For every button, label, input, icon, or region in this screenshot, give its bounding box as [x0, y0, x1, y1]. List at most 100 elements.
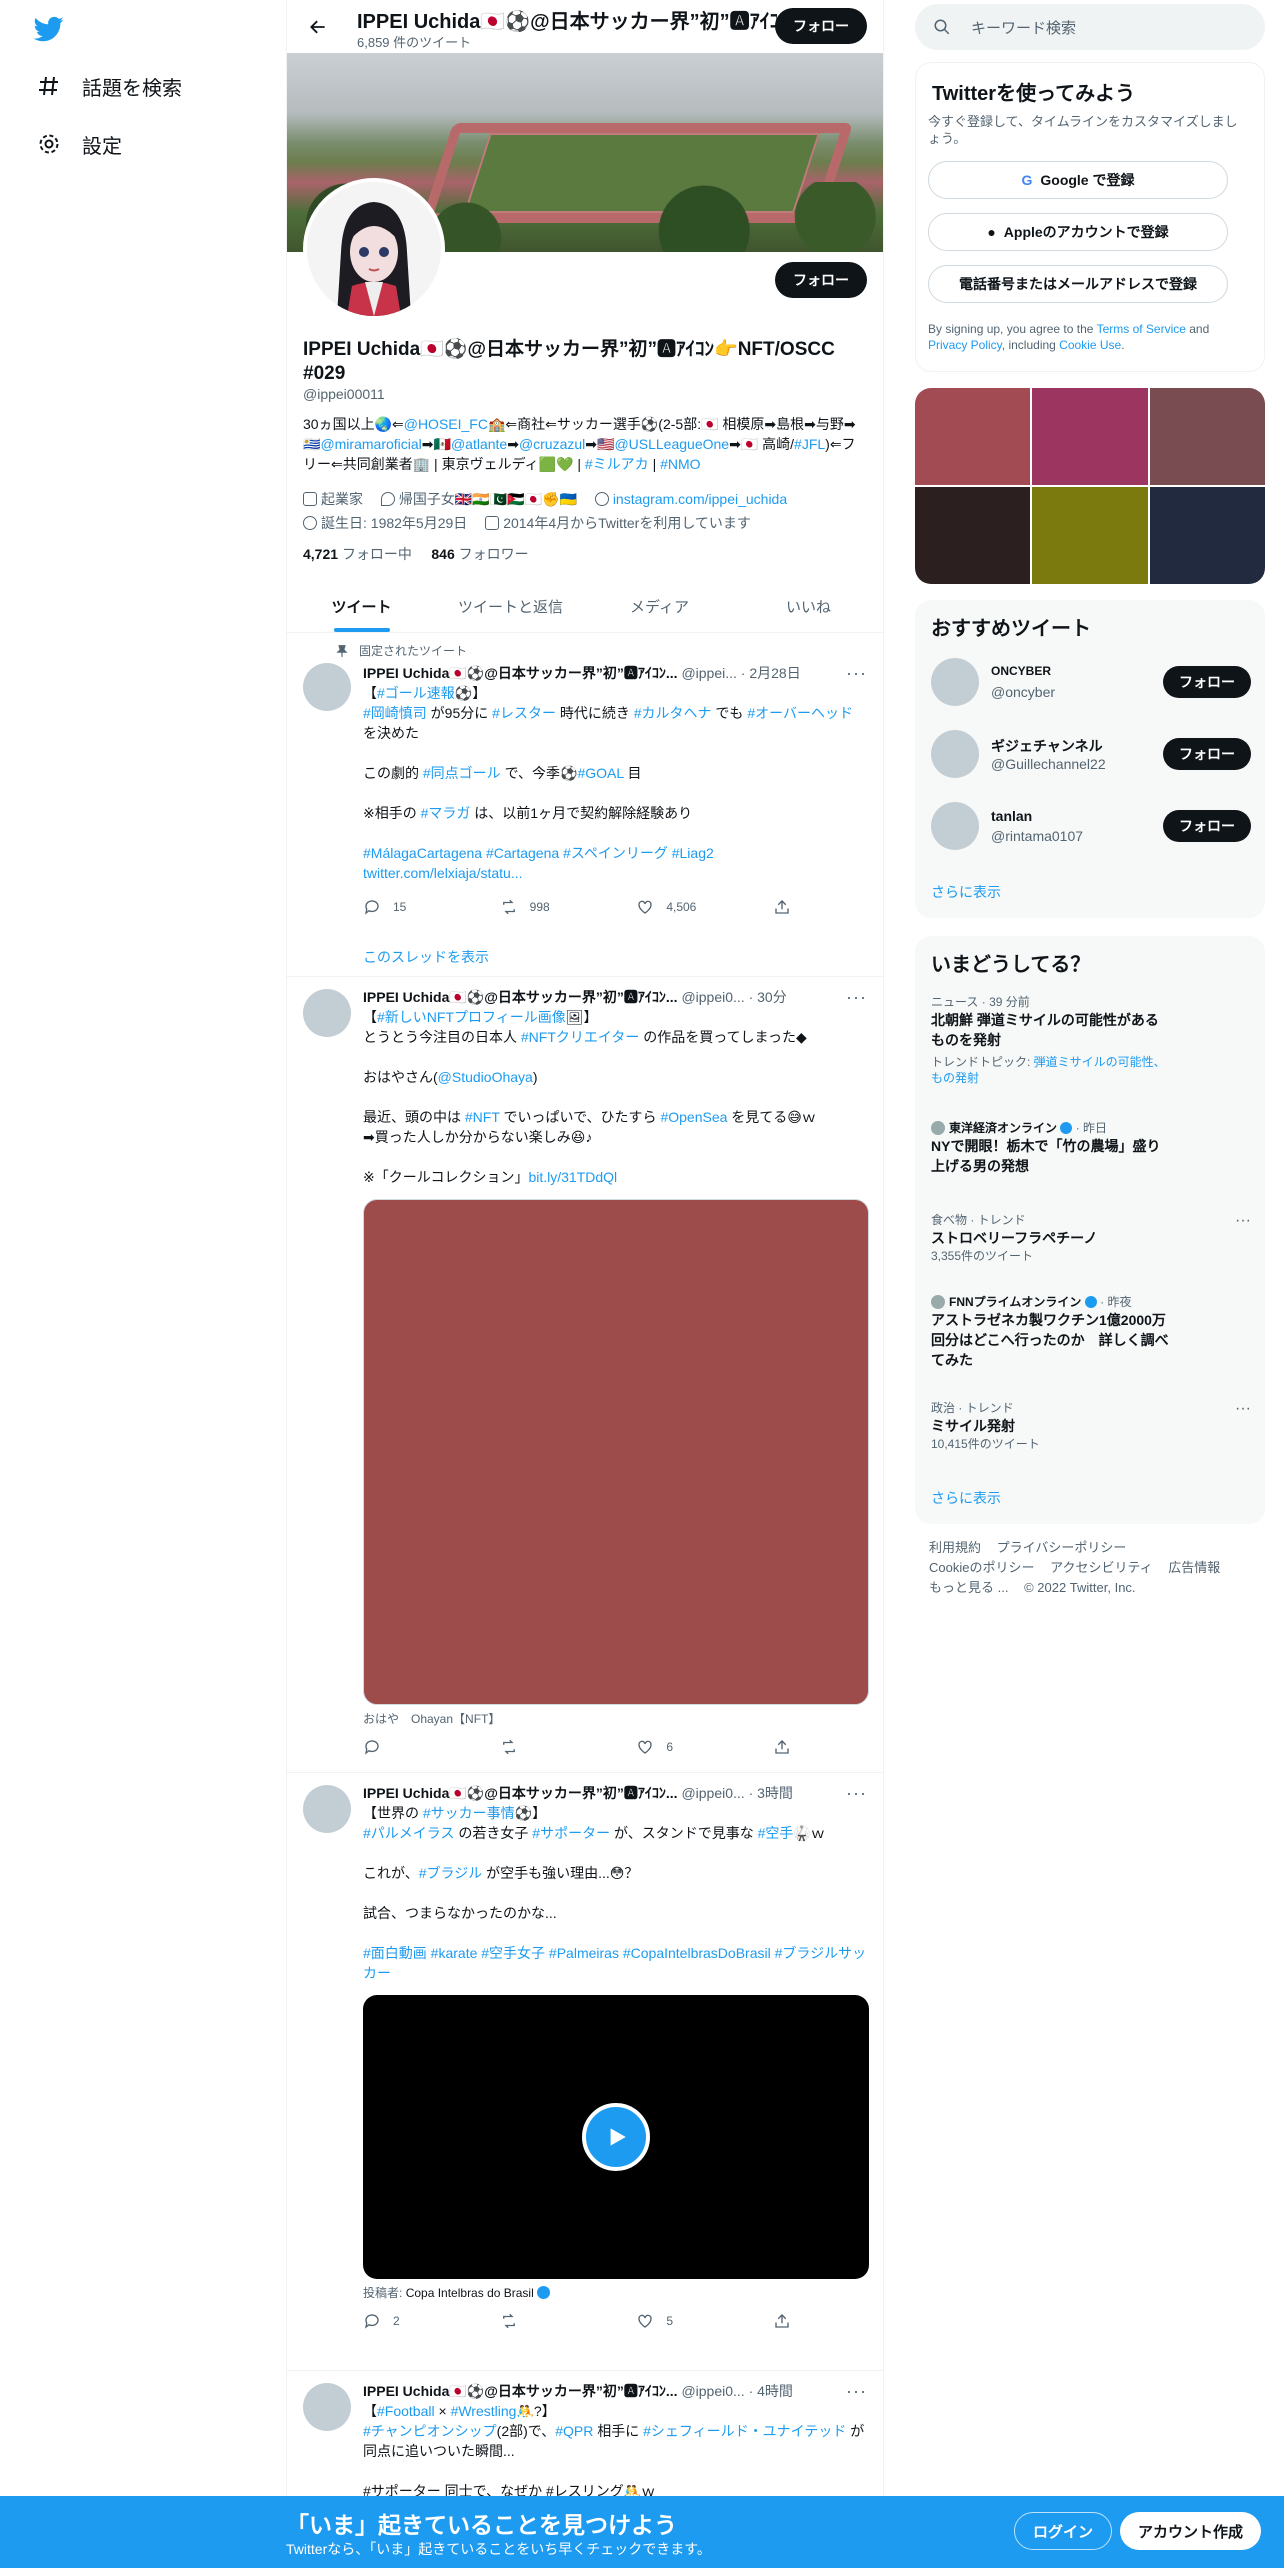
- tab-tweets[interactable]: ツイート: [287, 580, 436, 632]
- google-signup-button[interactable]: G Google で登録: [928, 161, 1228, 199]
- back-arrow-icon[interactable]: [301, 10, 335, 44]
- share-button[interactable]: [773, 2311, 803, 2331]
- tweet-card[interactable]: 固定されたツイート ··· IPPEI Uchida🇯🇵⚽@日本サッカー界”初”…: [287, 633, 883, 977]
- show-thread-link[interactable]: このスレッドを表示: [363, 947, 867, 967]
- trend-item[interactable]: 東洋経済オンライン · 昨日 NYで開眼！栃木で「竹の農場」盛り上げる男の発想: [931, 1120, 1251, 1176]
- bio-link[interactable]: @USLLeagueOne: [614, 436, 729, 452]
- media-thumbnail[interactable]: [1032, 487, 1148, 584]
- following-link[interactable]: 4,721 フォロー中: [303, 546, 412, 562]
- more-options-icon[interactable]: ···: [1235, 1212, 1251, 1230]
- avatar[interactable]: [931, 658, 979, 706]
- bio-link[interactable]: #NMO: [660, 456, 700, 472]
- media-thumbnail[interactable]: [1032, 388, 1148, 485]
- media-thumbnail[interactable]: [915, 388, 1031, 485]
- footer-links: 利用規約 プライバシーポリシー Cookieのポリシー アクセシビリティ 広告情…: [929, 1538, 1259, 1598]
- trend-item[interactable]: 政治 · トレンド ミサイル発射 10,415件のツイート ···: [931, 1400, 1251, 1452]
- privacy-link[interactable]: Privacy Policy: [928, 338, 1002, 352]
- heart-icon: [638, 900, 652, 914]
- footer-link[interactable]: アクセシビリティ: [1050, 1560, 1153, 1575]
- tweet-card[interactable]: ··· IPPEI Uchida🇯🇵⚽@日本サッカー界”初”🅰ｱｲｺﾝ... @…: [287, 1773, 883, 2371]
- terms-link[interactable]: Terms of Service: [1097, 322, 1186, 336]
- tab-likes[interactable]: いいね: [734, 580, 883, 632]
- profile-handle: @ippei00011: [303, 386, 385, 402]
- tweet-hashtags[interactable]: #MálagaCartagena #Cartagena #スペインリーグ #Li…: [363, 843, 867, 863]
- recommended-account[interactable]: tanlan @rintama0107 フォロー: [931, 800, 1251, 852]
- reply-button[interactable]: [363, 1737, 463, 1757]
- share-button[interactable]: [773, 1737, 803, 1757]
- show-more-link[interactable]: さらに表示: [931, 882, 1001, 902]
- recommended-card: おすすめツイート ONCYBER @oncyber フォロー ギジェチャンネル …: [915, 600, 1265, 918]
- tweet-link[interactable]: twitter.com/lelxiaja/statu...: [363, 863, 867, 883]
- signup-button[interactable]: アカウント作成: [1120, 2512, 1262, 2550]
- tweet-avatar[interactable]: [303, 1785, 351, 1833]
- nav-explore[interactable]: 話題を検索: [22, 60, 196, 112]
- recommended-account[interactable]: ONCYBER @oncyber フォロー: [931, 656, 1251, 708]
- follow-button[interactable]: フォロー: [1163, 810, 1251, 842]
- footer-link[interactable]: Cookieのポリシー: [929, 1560, 1034, 1575]
- bio-link[interactable]: @cruzazul: [519, 436, 585, 452]
- followers-link[interactable]: 846 フォロワー: [431, 546, 528, 562]
- recommended-account[interactable]: ギジェチャンネル @Guillechannel22 フォロー: [931, 728, 1251, 780]
- nav-settings[interactable]: 設定: [22, 118, 136, 170]
- header-follow-button[interactable]: フォロー: [775, 8, 867, 44]
- retweet-button[interactable]: [500, 2311, 600, 2331]
- show-more-link[interactable]: さらに表示: [931, 1488, 1001, 1508]
- footer-link[interactable]: 広告情報: [1168, 1560, 1220, 1575]
- tweet-video[interactable]: [363, 1995, 869, 2279]
- retweet-button[interactable]: 998: [500, 897, 600, 917]
- media-thumbnail[interactable]: [1149, 487, 1265, 584]
- avatar[interactable]: [931, 730, 979, 778]
- footer-link[interactable]: もっと見る ...: [929, 1580, 1008, 1595]
- tweet-header: IPPEI Uchida🇯🇵⚽@日本サッカー界”初”🅰ｱｲｺﾝ... @ippe…: [363, 989, 787, 1005]
- login-button[interactable]: ログイン: [1014, 2512, 1113, 2550]
- bio-link[interactable]: @atlante: [451, 436, 507, 452]
- reply-button[interactable]: 15: [363, 897, 463, 917]
- media-thumbnail[interactable]: [1149, 388, 1265, 485]
- profile-website[interactable]: instagram.com/ippei_uchida: [594, 488, 787, 510]
- search-input[interactable]: キーワード検索: [971, 17, 1076, 38]
- profile-stats: 4,721 フォロー中 846 フォロワー: [303, 544, 529, 564]
- footer-link[interactable]: 利用規約: [929, 1540, 981, 1555]
- media-thumbnail[interactable]: [915, 487, 1031, 584]
- follow-button[interactable]: フォロー: [1163, 666, 1251, 698]
- like-button[interactable]: 4,506: [636, 897, 736, 917]
- tweet-card[interactable]: ··· IPPEI Uchida🇯🇵⚽@日本サッカー界”初”🅰ｱｲｺﾝ... @…: [287, 977, 883, 1773]
- retweet-button[interactable]: [500, 1737, 600, 1757]
- tweet-body: IPPEI Uchida🇯🇵⚽@日本サッカー界”初”🅰ｱｲｺﾝ... @ippe…: [363, 1783, 869, 2331]
- profile-follow-button[interactable]: フォロー: [775, 262, 867, 298]
- bio-link[interactable]: #JFL: [794, 436, 825, 452]
- bio-link[interactable]: @HOSEI_FC: [404, 416, 488, 432]
- footer-link[interactable]: プライバシーポリシー: [997, 1540, 1127, 1555]
- tweet-avatar[interactable]: [303, 663, 351, 711]
- twitter-logo-icon[interactable]: [32, 14, 66, 44]
- tweet-avatar[interactable]: [303, 2383, 351, 2431]
- signup-terms: By signing up, you agree to the Terms of…: [928, 322, 1210, 352]
- like-button[interactable]: 6: [636, 1737, 736, 1757]
- reply-button[interactable]: 2: [363, 2311, 463, 2331]
- avatar[interactable]: [931, 802, 979, 850]
- trend-item[interactable]: FNNプライムオンライン · 昨夜 アストラゼネカ製ワクチン1億2000万回分は…: [931, 1294, 1251, 1370]
- like-button[interactable]: 5: [636, 2311, 736, 2331]
- tweet-hashtags[interactable]: #面白動画 #karate #空手女子 #Palmeiras #CopaInte…: [363, 1943, 867, 1983]
- bio-link[interactable]: #ミルアカ: [585, 456, 649, 472]
- tab-tweets-replies[interactable]: ツイートと返信: [436, 580, 585, 632]
- tweet-media-image[interactable]: [363, 1199, 869, 1705]
- trend-item[interactable]: ニュース · 39 分前 北朝鮮 弾道ミサイルの可能性があるものを発射 トレンド…: [931, 994, 1251, 1086]
- tweet-actions: 15 998 4,506: [363, 897, 803, 917]
- trend-item[interactable]: 食べ物 · トレンド ストロベリーフラペチーノ 3,355件のツイート ···: [931, 1212, 1251, 1264]
- phone-signup-button[interactable]: 電話番号またはメールアドレスで登録: [928, 265, 1228, 303]
- signup-card: Twitterを使ってみよう 今すぐ登録して、タイムラインをカスタマイズしましょ…: [915, 62, 1265, 372]
- bio-link[interactable]: @miramaroficial: [320, 436, 421, 452]
- trends-title: いまどうしてる？: [931, 954, 1091, 976]
- cookie-link[interactable]: Cookie Use: [1059, 338, 1121, 352]
- search-bar[interactable]: キーワード検索: [915, 4, 1265, 50]
- apple-signup-button[interactable]: ● Appleのアカウントで登録: [928, 213, 1228, 251]
- profile-avatar[interactable]: [303, 178, 445, 320]
- share-button[interactable]: [773, 897, 803, 917]
- tab-media[interactable]: メディア: [585, 580, 734, 632]
- pin-icon: [336, 644, 348, 657]
- follow-button[interactable]: フォロー: [1163, 738, 1251, 770]
- more-options-icon[interactable]: ···: [1235, 1400, 1251, 1418]
- tweet-avatar[interactable]: [303, 989, 351, 1037]
- play-icon[interactable]: [582, 2103, 650, 2171]
